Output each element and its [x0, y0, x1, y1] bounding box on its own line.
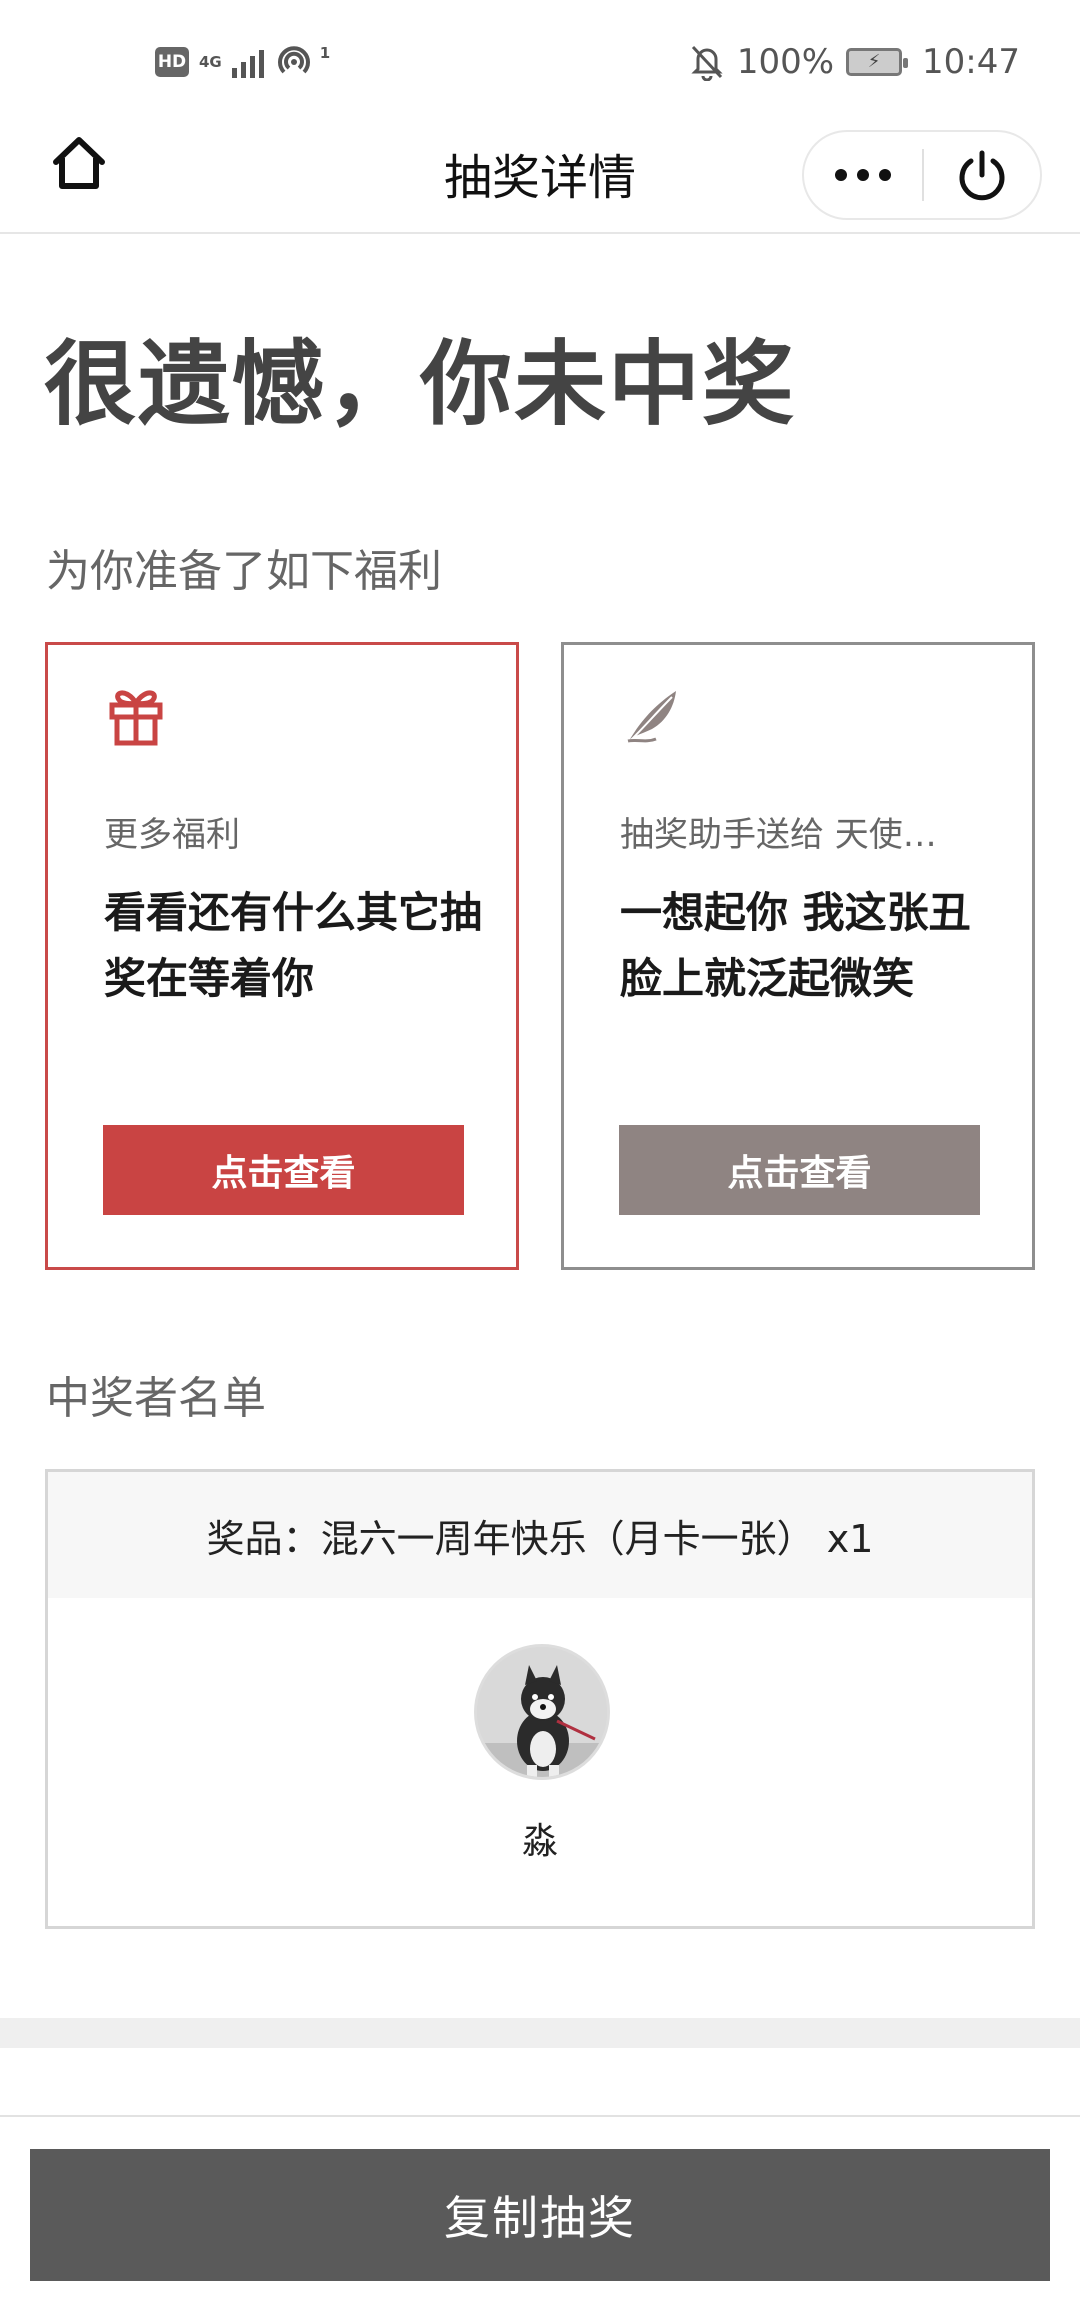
card-text: 看看还有什么其它抽奖在等着你	[104, 888, 483, 1003]
gift-icon	[109, 690, 163, 746]
winner-name: 淼	[521, 1821, 558, 1862]
welfare-card-more[interactable]: 更多福利 看看还有什么其它抽奖在等着你 点击查看	[45, 642, 519, 1270]
battery-icon: ⚡	[846, 48, 909, 76]
winner-list: 奖品：混六一周年快乐（月卡一张） x1 淼	[45, 1469, 1035, 1929]
network-type: 4G	[199, 53, 222, 71]
clock: 10:47	[922, 42, 1020, 82]
copy-lottery-button[interactable]: 复制抽奖	[30, 2149, 1050, 2281]
close-button[interactable]	[924, 132, 1040, 218]
card-text: 一想起你 我这张丑脸上就泛起微笑	[620, 888, 971, 1003]
avatar[interactable]	[474, 1644, 610, 1780]
hd-badge: HD	[155, 47, 189, 77]
card-subtitle: 抽奖助手送给 天使…	[620, 815, 937, 855]
dog-avatar-icon	[477, 1647, 607, 1777]
mute-bell-icon	[691, 45, 723, 81]
section-divider	[0, 2018, 1080, 2048]
result-headline: 很遗憾，你未中奖	[44, 330, 797, 438]
bottom-bar: 复制抽奖	[0, 2115, 1080, 2310]
view-message-button[interactable]: 点击查看	[619, 1125, 980, 1215]
hotspot-icon	[277, 46, 310, 74]
winners-section-label: 中奖者名单	[46, 1373, 266, 1424]
hotspot-count: 1	[319, 44, 331, 62]
view-more-button[interactable]: 点击查看	[103, 1125, 464, 1215]
mini-program-capsule	[802, 130, 1042, 220]
welfare-card-message[interactable]: 抽奖助手送给 天使… 一想起你 我这张丑脸上就泛起微笑 点击查看	[561, 642, 1035, 1270]
feather-icon	[627, 691, 676, 743]
more-button[interactable]	[804, 132, 922, 218]
battery-percent: 100%	[736, 42, 835, 82]
status-bar: HD 4G 1 100% ⚡ 10:47	[0, 0, 1080, 120]
nav-bar: 抽奖详情	[0, 120, 1080, 234]
card-subtitle: 更多福利	[104, 815, 240, 855]
prize-info: 奖品：混六一周年快乐（月卡一张） x1	[48, 1472, 1032, 1598]
signal-icon	[231, 46, 264, 78]
status-left: HD 4G 1	[155, 40, 330, 84]
power-icon	[959, 150, 1005, 201]
welfare-section-label: 为你准备了如下福利	[46, 546, 442, 597]
status-right: 100% ⚡ 10:47	[689, 38, 1020, 86]
